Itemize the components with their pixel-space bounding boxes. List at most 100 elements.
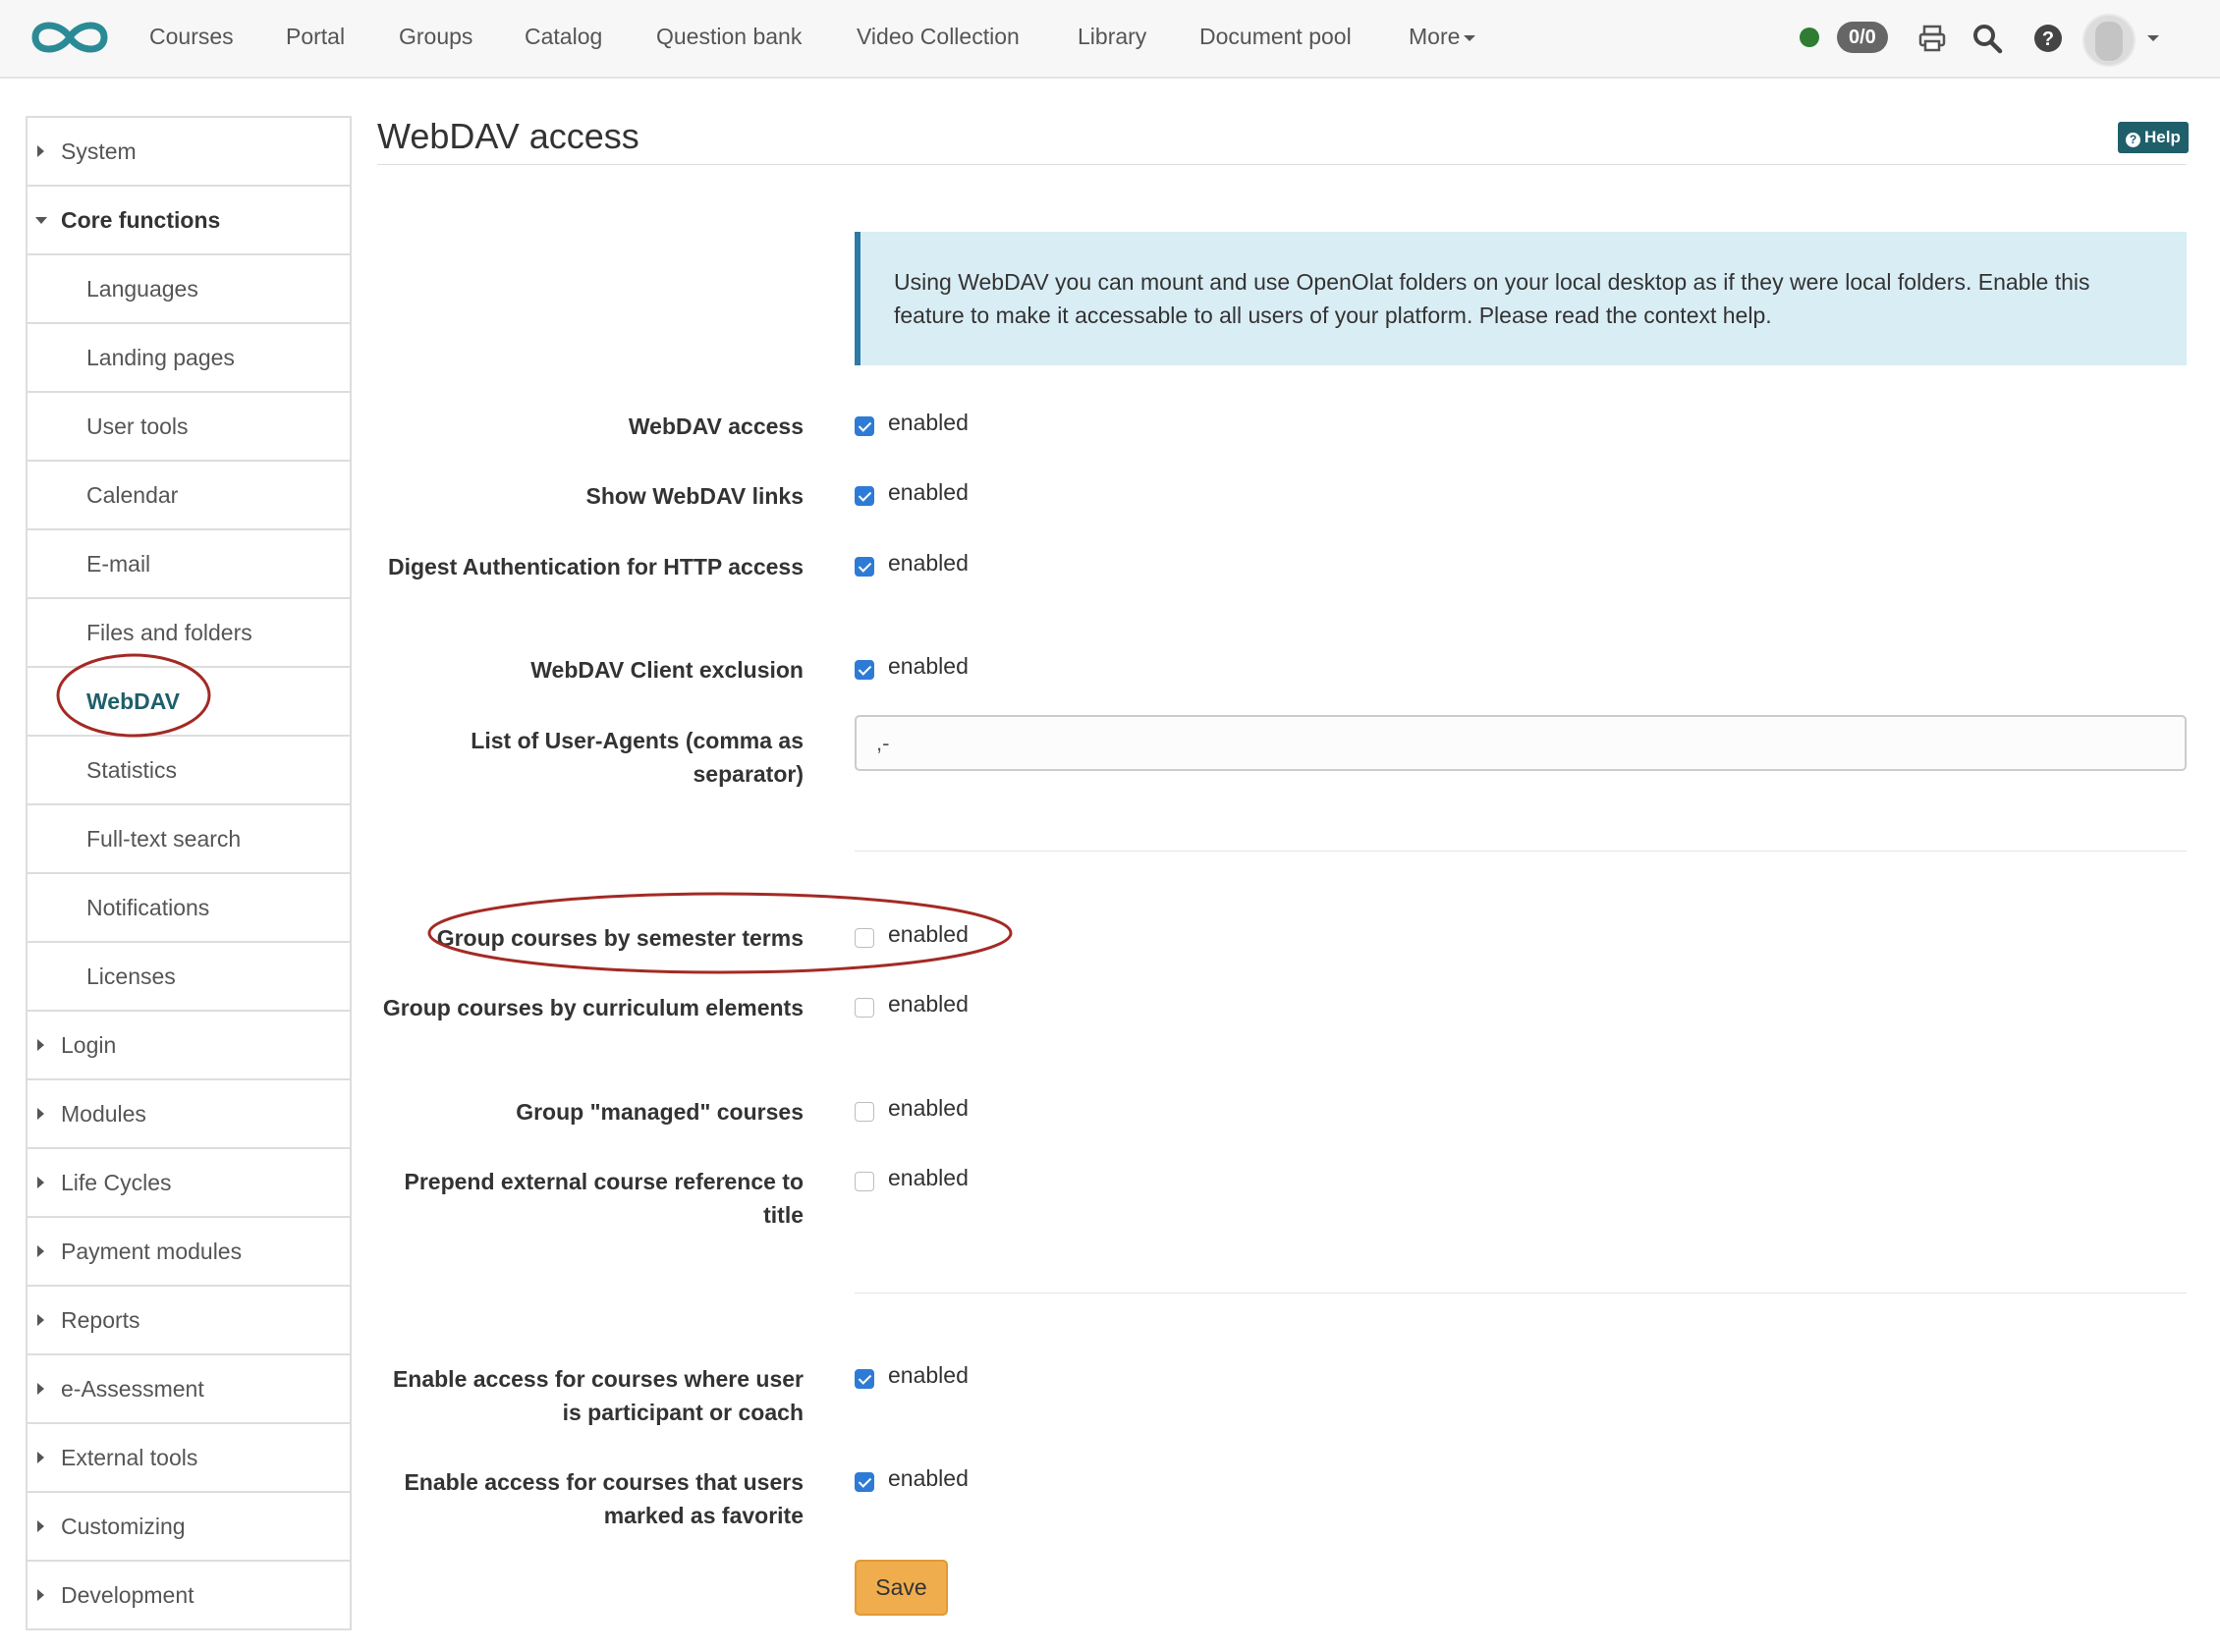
label-webdav-client-exclusion: WebDAV Client exclusion: [530, 657, 804, 683]
sidebar-item-languages[interactable]: Languages: [28, 255, 350, 324]
sidebar-item-files-and-folders[interactable]: Files and folders: [28, 599, 350, 668]
info-message: Using WebDAV you can mount and use OpenO…: [855, 232, 2187, 365]
nav-more-menu[interactable]: More: [1409, 24, 1476, 50]
sidebar-item-webdav[interactable]: WebDAV: [28, 668, 350, 737]
sidebar-item-core-functions[interactable]: Core functions: [28, 187, 350, 255]
user-menu-chevron-icon[interactable]: [2147, 35, 2159, 41]
sidebar-item-label: WebDAV: [86, 688, 180, 714]
sidebar-item-reports[interactable]: Reports: [28, 1287, 350, 1355]
sidebar-item-label: Full-text search: [86, 825, 242, 852]
label-group-by-semester-terms: Group courses by semester terms: [436, 925, 804, 951]
checkbox-webdav-client-exclusion[interactable]: [855, 660, 874, 680]
checkbox-group-managed-courses[interactable]: [855, 1102, 874, 1122]
sidebar-item-statistics[interactable]: Statistics: [28, 737, 350, 805]
checkbox-digest-authentication[interactable]: [855, 557, 874, 577]
checkbox-webdav-access[interactable]: [855, 416, 874, 436]
checkbox-show-webdav-links[interactable]: [855, 486, 874, 506]
sidebar-item-licenses[interactable]: Licenses: [28, 943, 350, 1012]
help-button-label: Help: [2144, 128, 2181, 146]
title-divider: [377, 164, 2187, 165]
sidebar-item-label: Licenses: [86, 963, 176, 989]
online-status-icon[interactable]: [1800, 28, 1819, 47]
nav-document-pool[interactable]: Document pool: [1199, 24, 1352, 50]
sidebar-item-modules[interactable]: Modules: [28, 1080, 350, 1149]
label-user-agents: List of User-Agents (comma as separator): [471, 728, 804, 787]
checkbox-prepend-external-reference[interactable]: [855, 1172, 874, 1191]
sidebar-item-label: Life Cycles: [61, 1169, 172, 1195]
sidebar-item-label: Customizing: [61, 1513, 186, 1539]
checkbox-label: enabled: [888, 1362, 969, 1388]
sidebar-item-label: E-mail: [86, 550, 151, 577]
caret-right-icon: [37, 1383, 44, 1395]
openolat-logo-icon[interactable]: [26, 14, 114, 61]
label-group-by-curriculum-elements: Group courses by curriculum elements: [382, 995, 804, 1020]
checkbox-label: enabled: [888, 410, 969, 435]
caret-right-icon: [37, 1314, 44, 1326]
sidebar-item-payment-modules[interactable]: Payment modules: [28, 1218, 350, 1287]
sidebar-item-customizing[interactable]: Customizing: [28, 1493, 350, 1562]
help-circle-icon[interactable]: ?: [2031, 22, 2065, 55]
checkbox-access-participant-or-coach[interactable]: [855, 1369, 874, 1389]
sidebar-item-label: e-Assessment: [61, 1375, 204, 1402]
sidebar-item-landing-pages[interactable]: Landing pages: [28, 324, 350, 393]
nav-catalog[interactable]: Catalog: [525, 24, 602, 50]
sidebar-item-email[interactable]: E-mail: [28, 530, 350, 599]
sidebar-item-user-tools[interactable]: User tools: [28, 393, 350, 462]
sidebar-item-calendar[interactable]: Calendar: [28, 462, 350, 530]
sidebar-item-label: Calendar: [86, 481, 179, 508]
search-icon[interactable]: [1970, 22, 2004, 55]
user-avatar[interactable]: [2082, 14, 2136, 67]
label-digest-authentication: Digest Authentication for HTTP access: [387, 554, 804, 579]
sidebar-item-label: Notifications: [86, 894, 210, 920]
nav-video-collection[interactable]: Video Collection: [857, 24, 1020, 50]
nav-more-label: More: [1409, 24, 1461, 49]
page-title: WebDAV access: [377, 116, 639, 156]
caret-right-icon: [37, 1245, 44, 1257]
sidebar-item-notifications[interactable]: Notifications: [28, 874, 350, 943]
save-button[interactable]: Save: [855, 1560, 948, 1616]
sidebar-item-external-tools[interactable]: External tools: [28, 1424, 350, 1493]
checkbox-label: enabled: [888, 550, 969, 576]
sidebar-item-login[interactable]: Login: [28, 1012, 350, 1080]
nav-groups[interactable]: Groups: [399, 24, 472, 50]
user-agents-input[interactable]: [855, 715, 2187, 771]
sidebar-item-label: Files and folders: [86, 619, 252, 645]
sidebar-item-e-assessment[interactable]: e-Assessment: [28, 1355, 350, 1424]
checkbox-label: enabled: [888, 991, 969, 1017]
checkbox-group-by-semester-terms[interactable]: [855, 928, 874, 948]
sidebar-item-development[interactable]: Development: [28, 1562, 350, 1630]
caret-right-icon: [37, 1452, 44, 1463]
nav-library[interactable]: Library: [1078, 24, 1146, 50]
notification-count-badge[interactable]: 0/0: [1837, 22, 1888, 53]
sidebar-item-system[interactable]: System: [28, 118, 350, 187]
help-circle-icon: ?: [2126, 133, 2140, 147]
sidebar-item-label: User tools: [86, 413, 189, 439]
label-show-webdav-links: Show WebDAV links: [585, 483, 804, 509]
checkbox-group-by-curriculum-elements[interactable]: [855, 998, 874, 1018]
sidebar-item-label: Login: [61, 1031, 117, 1058]
nav-courses[interactable]: Courses: [149, 24, 234, 50]
caret-right-icon: [37, 1177, 44, 1188]
user-silhouette-icon: [2095, 22, 2123, 61]
checkbox-label: enabled: [888, 653, 969, 679]
nav-question-bank[interactable]: Question bank: [656, 24, 802, 50]
label-access-participant-or-coach: Enable access for courses where user is …: [392, 1366, 804, 1425]
caret-right-icon: [37, 1520, 44, 1532]
checkbox-label: enabled: [888, 1165, 969, 1190]
help-button[interactable]: ? Help: [2118, 122, 2189, 153]
sidebar-item-full-text-search[interactable]: Full-text search: [28, 805, 350, 874]
label-group-managed-courses: Group "managed" courses: [516, 1099, 804, 1125]
checkbox-label: enabled: [888, 1465, 969, 1491]
checkbox-access-favorite-courses[interactable]: [855, 1472, 874, 1492]
sidebar-item-label: External tools: [61, 1444, 198, 1470]
sidebar-item-label: System: [61, 138, 137, 164]
caret-down-icon: [35, 217, 47, 224]
checkbox-label: enabled: [888, 479, 969, 505]
caret-right-icon: [37, 1108, 44, 1120]
nav-portal[interactable]: Portal: [286, 24, 345, 50]
sidebar-item-life-cycles[interactable]: Life Cycles: [28, 1149, 350, 1218]
label-webdav-access: WebDAV access: [628, 413, 804, 439]
print-icon[interactable]: [1915, 22, 1949, 55]
caret-right-icon: [37, 145, 44, 157]
checkbox-label: enabled: [888, 921, 969, 947]
